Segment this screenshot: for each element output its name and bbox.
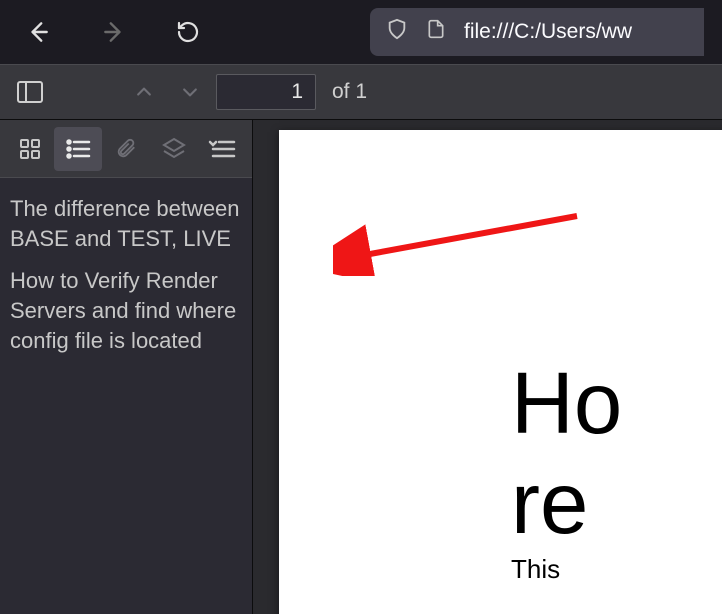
browser-nav-bar: file:///C:/Users/ww: [0, 0, 722, 64]
current-outline-item-button[interactable]: [198, 127, 246, 171]
next-page-button[interactable]: [170, 72, 210, 112]
page-viewport[interactable]: Ho re This: [253, 120, 722, 614]
url-text: file:///C:/Users/ww: [464, 20, 632, 44]
page-number-input[interactable]: [216, 74, 316, 110]
sidebar: The difference between BASE and TEST, LI…: [0, 120, 253, 614]
shield-icon: [386, 17, 408, 47]
toggle-sidebar-button[interactable]: [10, 72, 50, 112]
page-heading: re: [511, 454, 588, 554]
page-heading: Ho: [511, 354, 622, 454]
thumbnails-view-button[interactable]: [6, 127, 54, 171]
pdf-body: The difference between BASE and TEST, LI…: [0, 120, 722, 614]
url-bar[interactable]: file:///C:/Users/ww: [370, 8, 704, 56]
page-subtitle: This: [511, 554, 560, 585]
pdf-toolbar: of 1: [0, 64, 722, 120]
layers-view-button[interactable]: [150, 127, 198, 171]
forward-button[interactable]: [94, 12, 134, 52]
outline-view-button[interactable]: [54, 127, 102, 171]
back-button[interactable]: [18, 12, 58, 52]
sidebar-toolbar: [0, 120, 252, 178]
outline-item[interactable]: How to Verify Render Servers and find wh…: [8, 260, 244, 362]
page-count-label: of 1: [332, 80, 367, 104]
reload-button[interactable]: [168, 12, 208, 52]
prev-page-button[interactable]: [124, 72, 164, 112]
attachments-view-button[interactable]: [102, 127, 150, 171]
file-icon: [426, 18, 446, 46]
pdf-page: Ho re This: [279, 130, 722, 614]
outline-panel: The difference between BASE and TEST, LI…: [0, 178, 252, 372]
outline-item[interactable]: The difference between BASE and TEST, LI…: [8, 188, 244, 260]
